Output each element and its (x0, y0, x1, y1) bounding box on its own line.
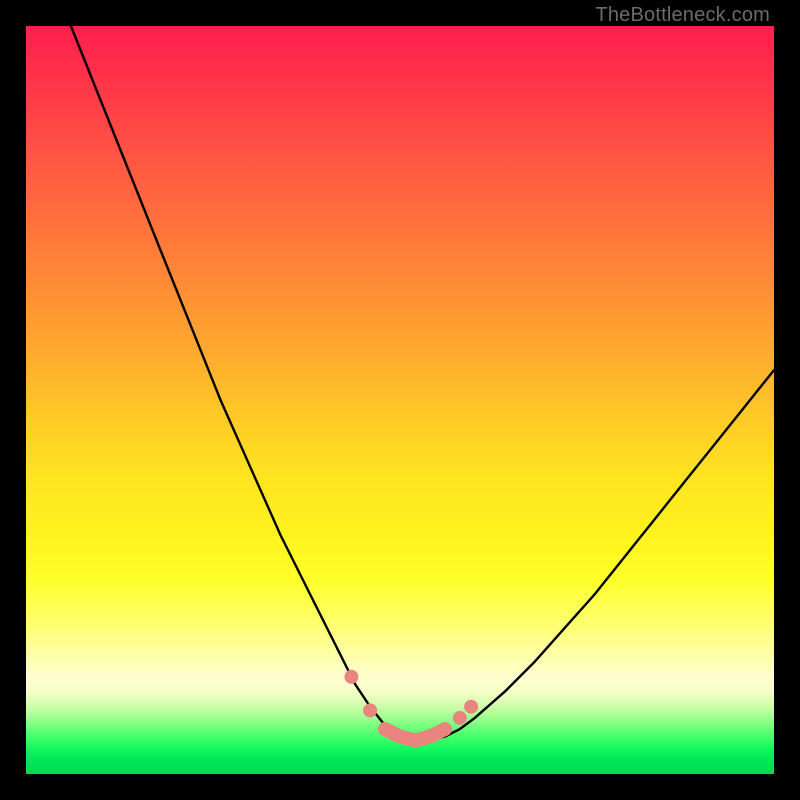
bottleneck-curve (71, 26, 774, 740)
marker-dot (363, 703, 377, 717)
marker-dot (393, 730, 407, 744)
plot-area (26, 26, 774, 774)
marker-dot (464, 700, 478, 714)
marker-dot (453, 711, 467, 725)
outer-frame: TheBottleneck.com (0, 0, 800, 800)
attribution-label: TheBottleneck.com (595, 4, 770, 27)
marker-dots (344, 670, 478, 748)
marker-dot (423, 730, 437, 744)
marker-dot (408, 733, 422, 747)
marker-dot (378, 722, 392, 736)
marker-dot (438, 722, 452, 736)
marker-dot (344, 670, 358, 684)
chart-svg (26, 26, 774, 774)
